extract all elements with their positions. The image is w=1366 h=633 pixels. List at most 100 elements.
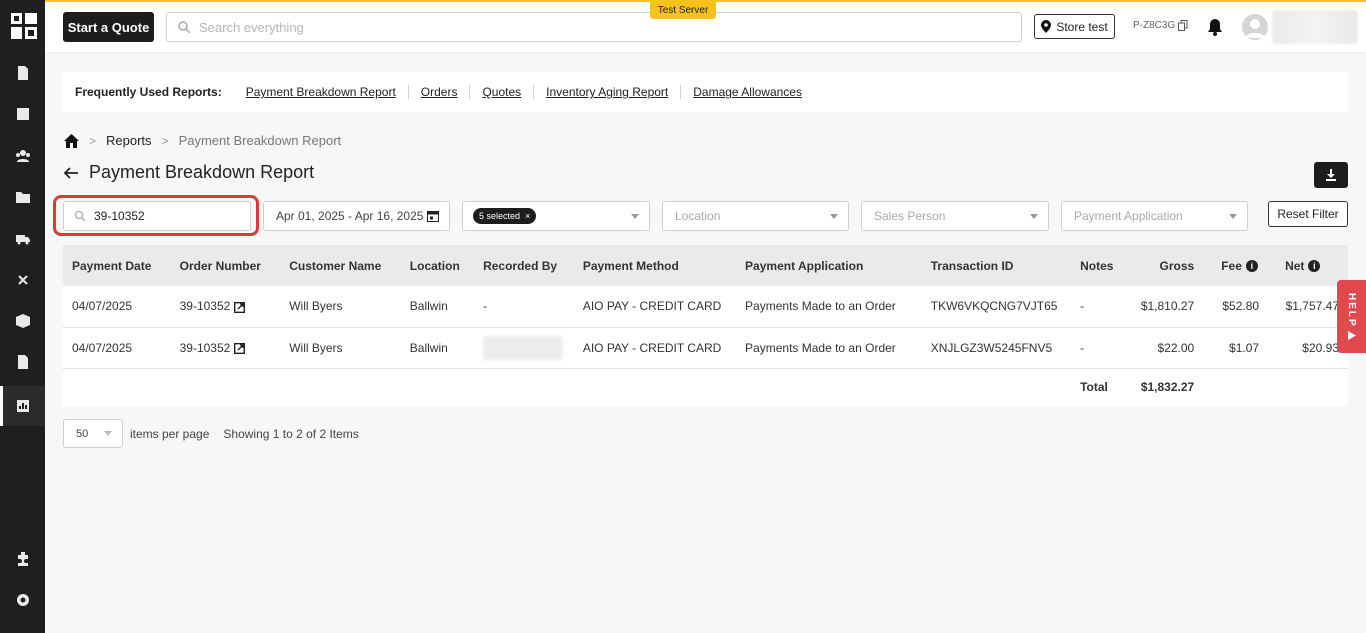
app-logo[interactable] <box>11 13 37 39</box>
cell-net: $20.93 <box>1268 327 1348 369</box>
external-link-icon[interactable] <box>234 301 246 313</box>
total-gross: $1,832.27 <box>1131 368 1204 406</box>
col-payment-date[interactable]: Payment Date <box>63 245 171 286</box>
breadcrumb-current: Payment Breakdown Report <box>178 133 342 148</box>
search-icon <box>178 21 191 34</box>
col-gross[interactable]: Gross <box>1131 245 1204 286</box>
payment-application-select[interactable]: Payment Application <box>1061 201 1248 231</box>
order-search-value: 39-10352 <box>94 209 145 223</box>
cell-payment-method: AIO PAY - CREDIT CARD <box>573 286 737 328</box>
sales-person-placeholder: Sales Person <box>874 209 946 223</box>
plugins-icon[interactable] <box>12 548 34 570</box>
help-tab[interactable]: HELP <box>1337 280 1366 353</box>
date-range-picker[interactable]: Apr 01, 2025 - Apr 16, 2025 <box>263 201 450 231</box>
table-row[interactable]: 04/07/2025 39-10352 Will Byers Ballwin A… <box>63 327 1348 369</box>
frequent-link-inventory-aging[interactable]: Inventory Aging Report <box>534 85 682 99</box>
col-fee[interactable]: Fee i <box>1203 245 1269 286</box>
chevron-down-icon <box>1229 213 1237 219</box>
store-icon[interactable] <box>12 103 34 125</box>
fee-info-icon[interactable]: i <box>1245 260 1258 273</box>
project-code[interactable]: P-Z8C3G <box>1133 20 1188 31</box>
col-transaction-id[interactable]: Transaction ID <box>921 245 1072 286</box>
order-search-field[interactable]: 39-10352 <box>63 201 251 231</box>
frequent-link-orders[interactable]: Orders <box>409 85 471 99</box>
location-pin-icon <box>1041 20 1052 33</box>
location-select[interactable]: Location <box>662 201 849 231</box>
frequent-link-payment-breakdown[interactable]: Payment Breakdown Report <box>234 85 409 99</box>
cell-recorded-by: - <box>474 286 574 328</box>
cell-order-number[interactable]: 39-10352 <box>170 286 281 328</box>
home-icon[interactable] <box>64 133 79 148</box>
chevron-down-icon <box>1030 213 1038 219</box>
col-customer-name[interactable]: Customer Name <box>280 245 401 286</box>
status-multiselect[interactable]: 5 selected × <box>462 201 650 231</box>
store-selector-button[interactable]: Store test <box>1034 14 1115 39</box>
net-info-icon[interactable]: i <box>1308 260 1321 273</box>
user-name-redacted[interactable] <box>1272 10 1358 44</box>
inventory-icon[interactable] <box>12 310 34 332</box>
items-per-page-label: items per page <box>130 426 210 441</box>
total-spacer <box>1203 368 1348 406</box>
col-payment-application[interactable]: Payment Application <box>736 245 922 286</box>
folder-icon[interactable] <box>12 186 34 208</box>
breadcrumb: > Reports > Payment Breakdown Report <box>64 133 341 148</box>
external-link-icon[interactable] <box>234 342 246 354</box>
settings-gear-icon[interactable] <box>12 589 34 611</box>
col-notes[interactable]: Notes <box>1071 245 1132 286</box>
truck-icon[interactable] <box>12 228 34 250</box>
download-button[interactable] <box>1314 162 1348 188</box>
copy-icon[interactable] <box>1178 20 1188 31</box>
table-row[interactable]: 04/07/2025 39-10352 Will Byers Ballwin -… <box>63 286 1348 328</box>
frequent-link-damage-allowances[interactable]: Damage Allowances <box>681 85 814 99</box>
frequent-reports-label: Frequently Used Reports: <box>75 85 222 99</box>
store-label: Store test <box>1056 19 1108 34</box>
showing-items-text: Showing 1 to 2 of 2 Items <box>223 426 359 441</box>
col-recorded-by[interactable]: Recorded By <box>474 245 574 286</box>
test-server-badge: Test Server <box>650 2 716 19</box>
location-placeholder: Location <box>675 209 721 223</box>
user-avatar[interactable] <box>1242 14 1268 40</box>
global-search[interactable] <box>166 12 1022 42</box>
integrations-icon[interactable] <box>12 269 34 291</box>
col-location[interactable]: Location <box>400 245 475 286</box>
page-title: Payment Breakdown Report <box>89 162 315 182</box>
back-arrow-icon[interactable] <box>63 165 79 181</box>
start-quote-button[interactable]: Start a Quote <box>63 12 154 42</box>
col-payment-method[interactable]: Payment Method <box>573 245 737 286</box>
notifications-bell-icon[interactable] <box>1207 18 1223 36</box>
cell-recorded-by <box>474 327 574 369</box>
chip-remove-icon[interactable]: × <box>525 211 530 221</box>
sales-person-select[interactable]: Sales Person <box>861 201 1049 231</box>
payments-table: Payment Date Order Number Customer Name … <box>63 245 1348 406</box>
recorded-by-redacted <box>483 335 564 360</box>
reset-filter-button[interactable]: Reset Filter <box>1268 201 1348 227</box>
documents-icon[interactable] <box>12 351 34 373</box>
quotes-icon[interactable] <box>12 62 34 84</box>
cell-net: $1,757.47 <box>1268 286 1348 328</box>
global-search-input[interactable] <box>199 19 899 35</box>
breadcrumb-separator: > <box>89 133 97 148</box>
breadcrumb-reports[interactable]: Reports <box>106 133 152 148</box>
order-number-link[interactable]: 39-10352 <box>180 341 231 355</box>
col-net[interactable]: Net i <box>1268 245 1348 286</box>
col-order-number[interactable]: Order Number <box>170 245 281 286</box>
help-arrow-icon <box>1348 330 1356 340</box>
cell-order-number[interactable]: 39-10352 <box>170 327 281 369</box>
date-range-value: Apr 01, 2025 - Apr 16, 2025 <box>276 209 424 223</box>
download-icon <box>1326 169 1336 181</box>
cell-transaction-id: XNJLGZ3W5245FNV5 <box>921 327 1072 369</box>
selected-count-chip[interactable]: 5 selected × <box>473 208 537 224</box>
frequent-link-quotes[interactable]: Quotes <box>470 85 535 99</box>
customers-icon[interactable] <box>12 145 34 167</box>
help-label: HELP <box>1346 293 1357 328</box>
cell-payment-application: Payments Made to an Order <box>736 286 922 328</box>
order-number-link[interactable]: 39-10352 <box>180 299 231 313</box>
items-per-page-select[interactable]: 50 <box>63 419 123 448</box>
reports-icon[interactable] <box>12 395 34 417</box>
calendar-icon <box>427 211 439 222</box>
cell-customer-name: Will Byers <box>280 327 401 369</box>
payment-application-placeholder: Payment Application <box>1074 209 1183 223</box>
cell-payment-date: 04/07/2025 <box>63 286 171 328</box>
table-header-row: Payment Date Order Number Customer Name … <box>63 245 1348 286</box>
frequent-reports-bar: Frequently Used Reports: Payment Breakdo… <box>63 72 1348 112</box>
